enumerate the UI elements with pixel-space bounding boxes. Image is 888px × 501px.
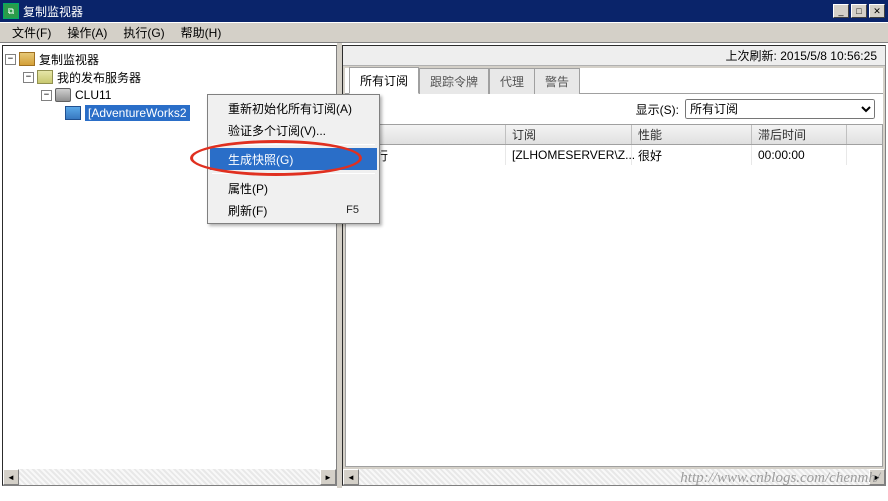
tree-root-label: 复制监视器: [39, 51, 99, 68]
tree-instance-label: CLU11: [75, 88, 111, 102]
close-button[interactable]: ✕: [869, 4, 885, 18]
table-row[interactable]: 在运行 [ZLHOMESERVER\Z... 很好 00:00:00: [346, 145, 882, 165]
ctx-refresh[interactable]: 刷新(F) F5: [210, 199, 377, 221]
tree-server-label: 我的发布服务器: [57, 69, 141, 86]
ctx-validate[interactable]: 验证多个订阅(V)...: [210, 119, 377, 141]
scroll-right-icon[interactable]: ►: [320, 469, 336, 485]
tab-tracking-tokens[interactable]: 跟踪令牌: [419, 68, 489, 94]
ctx-separator: [212, 173, 375, 174]
ctx-separator: [212, 144, 375, 145]
col-latency[interactable]: 滞后时间: [752, 125, 847, 144]
grid-header: 态 订阅 性能 滞后时间: [346, 125, 882, 145]
titlebar: ⧉ 复制监视器 _ □ ✕: [0, 0, 888, 22]
tree-publication-label: [AdventureWorks2: [85, 105, 190, 121]
col-subscription[interactable]: 订阅: [506, 125, 632, 144]
watermark: http://www.cnblogs.com/chenmh/: [680, 470, 880, 487]
last-refresh-label: 上次刷新:: [726, 47, 777, 64]
minimize-button[interactable]: _: [833, 4, 849, 18]
cell-subscription: [ZLHOMESERVER\Z...: [506, 145, 632, 165]
ctx-reinit-all[interactable]: 重新初始化所有订阅(A): [210, 97, 377, 119]
tab-alerts[interactable]: 警告: [535, 68, 580, 94]
menu-action[interactable]: 操作(A): [59, 22, 115, 43]
collapse-icon[interactable]: −: [23, 72, 34, 83]
ctx-generate-snapshot[interactable]: 生成快照(G): [210, 148, 377, 170]
menu-file[interactable]: 文件(F): [4, 22, 59, 43]
menu-run[interactable]: 执行(G): [115, 22, 172, 43]
grid: 态 订阅 性能 滞后时间 在运行 [ZLHOMESERVER\Z... 很好 0…: [345, 124, 883, 467]
maximize-button[interactable]: □: [851, 4, 867, 18]
last-refresh-bar: 上次刷新: 2015/5/8 10:56:25: [343, 46, 885, 66]
scroll-left-icon[interactable]: ◄: [3, 469, 19, 485]
scroll-left-icon[interactable]: ◄: [343, 469, 359, 485]
collapse-icon[interactable]: −: [5, 54, 16, 65]
cell-latency: 00:00:00: [752, 145, 847, 165]
col-performance[interactable]: 性能: [632, 125, 752, 144]
publication-icon: [65, 106, 81, 120]
server-group-icon: [37, 70, 53, 84]
last-refresh-value: 2015/5/8 10:56:25: [780, 49, 877, 63]
detail-panel: 上次刷新: 2015/5/8 10:56:25 所有订阅 跟踪令牌 代理 警告 …: [342, 45, 886, 486]
filter-label: 显示(S):: [636, 101, 679, 118]
collapse-icon[interactable]: −: [41, 90, 52, 101]
tab-agents[interactable]: 代理: [489, 68, 535, 94]
monitor-icon: [19, 52, 35, 66]
tree-server-group[interactable]: − 我的发布服务器: [5, 68, 334, 86]
cell-performance: 很好: [632, 145, 752, 165]
menubar: 文件(F) 操作(A) 执行(G) 帮助(H): [0, 22, 888, 42]
scroll-track[interactable]: [19, 469, 320, 485]
window-controls: _ □ ✕: [833, 4, 885, 18]
instance-icon: [55, 88, 71, 102]
window-title: 复制监视器: [23, 3, 833, 20]
filter-bar: 显示(S): 所有订阅: [345, 94, 883, 124]
tab-all-subscriptions[interactable]: 所有订阅: [349, 67, 419, 94]
main-panel: − 复制监视器 − 我的发布服务器 − CLU11 [AdventureWork…: [0, 42, 888, 488]
ctx-refresh-hotkey: F5: [346, 204, 359, 216]
tab-bar: 所有订阅 跟踪令牌 代理 警告: [345, 68, 883, 94]
context-menu: 重新初始化所有订阅(A) 验证多个订阅(V)... 生成快照(G) 属性(P) …: [207, 94, 380, 224]
ctx-properties[interactable]: 属性(P): [210, 177, 377, 199]
menu-help[interactable]: 帮助(H): [173, 22, 230, 43]
app-icon: ⧉: [3, 3, 19, 19]
tree-hscroll[interactable]: ◄ ►: [3, 469, 336, 485]
filter-select[interactable]: 所有订阅: [685, 99, 875, 119]
tree-root[interactable]: − 复制监视器: [5, 50, 334, 68]
